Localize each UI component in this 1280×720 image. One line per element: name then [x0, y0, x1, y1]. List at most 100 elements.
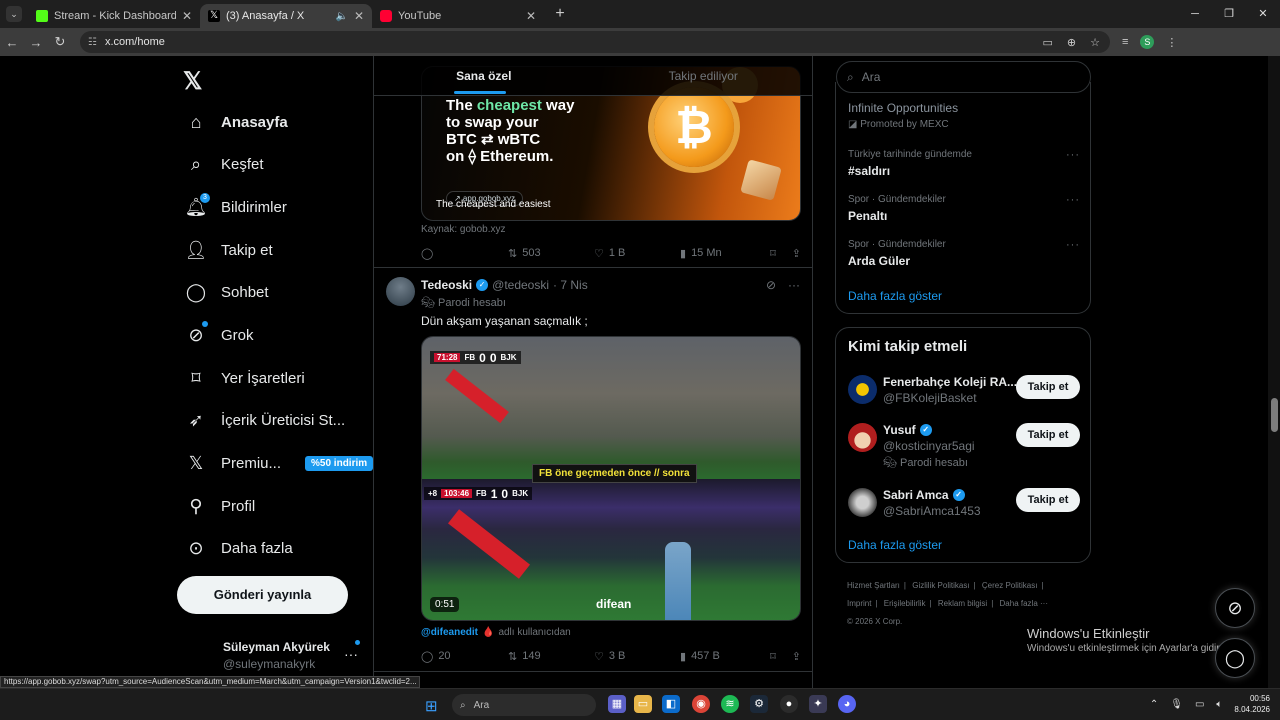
credit-user[interactable]: @difeanedit [421, 627, 478, 638]
follow-button[interactable]: Takip et [1016, 488, 1080, 512]
follow-suggestion[interactable]: Sabri Amca ✓ @SabriAmca1453 Takip et [848, 488, 1080, 528]
bookmark-icon[interactable]: ⌑ [770, 650, 776, 663]
browser-tab-kick[interactable]: Stream - Kick Dashboard ✕ [28, 4, 200, 28]
menu-icon[interactable]: ⋮ [1166, 36, 1177, 49]
cast-icon[interactable]: ▭ [1043, 36, 1053, 49]
more-icon[interactable]: ··· [1066, 149, 1080, 161]
windows-start-icon[interactable]: ⊞ [425, 697, 438, 715]
trend-item[interactable]: Türkiye tarihinde gündemde #saldırı ··· [848, 149, 1080, 178]
follow-suggestion[interactable]: Fenerbahçe Koleji RA... @FBKolejiBasket … [848, 375, 1080, 415]
messages-fab-button[interactable]: ◯ [1215, 638, 1255, 678]
repost-button[interactable]: ⇅ 503 [508, 247, 594, 260]
reply-button[interactable]: ◯ [421, 247, 508, 260]
site-info-icon[interactable]: ☷ [88, 37, 97, 48]
sidebar-item-explore[interactable]: ⌕ Keşfet [185, 149, 264, 179]
tab-following[interactable]: Takip ediliyor [594, 56, 813, 95]
tab-search-button[interactable]: ⌄ [6, 6, 22, 22]
speaker-icon[interactable]: 🔈 [335, 11, 347, 22]
star-icon[interactable]: ☆ [1090, 36, 1100, 49]
app-icon[interactable]: ● [780, 695, 798, 713]
browser-tab-youtube[interactable]: YouTube ✕ [372, 4, 544, 28]
like-button[interactable]: ♡ 3 B [594, 650, 680, 663]
clock[interactable]: 00:56 8.04.2026 [1234, 693, 1270, 715]
sidebar-item-bookmarks[interactable]: ⌑ Yer İşaretleri [185, 363, 304, 393]
close-window-button[interactable]: ✕ [1246, 0, 1280, 28]
footer-link[interactable]: Gizlilik Politikası [912, 581, 969, 590]
chrome-icon[interactable]: ◉ [692, 695, 710, 713]
footer-link[interactable]: Daha fazla ··· [1000, 599, 1048, 608]
footer-link[interactable]: Reklam bilgisi [938, 599, 987, 608]
scrollbar-thumb[interactable] [1271, 398, 1278, 432]
share-icon[interactable]: ⇪ [792, 247, 801, 260]
chevron-up-icon[interactable]: ⌃ [1150, 699, 1158, 710]
spotify-icon[interactable]: ≋ [721, 695, 739, 713]
sidebar-item-home[interactable]: ⌂ Anasayfa [185, 107, 288, 137]
trend-item[interactable]: Spor · Gündemdekiler Penaltı ··· [848, 194, 1080, 223]
zoom-icon[interactable]: ⊕ [1067, 36, 1076, 49]
page-scrollbar[interactable] [1268, 56, 1280, 688]
discord-icon[interactable]: ◕ [838, 695, 856, 713]
taskbar-search[interactable]: ⌕ Ara [452, 694, 596, 716]
follow-button[interactable]: Takip et [1016, 375, 1080, 399]
post-button[interactable]: Gönderi yayınla [177, 576, 348, 614]
browser-tab-x[interactable]: 𝕏 (3) Anasayfa / X 🔈 ✕ [200, 4, 372, 28]
tweet-author-name[interactable]: Tedeoski [421, 278, 472, 292]
back-icon[interactable]: ← [0, 35, 24, 50]
sidebar-item-chat[interactable]: ◯ Sohbet [185, 277, 269, 307]
account-switcher[interactable]: Süleyman Akyürek @suleymanakyrk ··· [185, 638, 360, 674]
file-explorer-icon[interactable]: ▭ [634, 695, 652, 713]
footer-link[interactable]: Hizmet Şartları [847, 581, 900, 590]
close-icon[interactable]: ✕ [526, 9, 536, 23]
sidebar-item-notifications[interactable]: 🔔︎ 3 Bildirimler [185, 192, 287, 222]
share-icon[interactable]: ⇪ [792, 650, 801, 663]
trend-item-promoted[interactable]: Infinite Opportunities ◪ Promoted by MEX… [848, 101, 1080, 130]
footer-link[interactable]: Erişilebilirlik [884, 599, 926, 608]
repost-button[interactable]: ⇅ 149 [508, 650, 594, 663]
x-logo-icon[interactable]: 𝕏 [183, 67, 202, 96]
sidebar-item-premium[interactable]: 𝕏 Premiu... %50 indirim [185, 448, 374, 478]
more-icon[interactable]: ··· [788, 278, 800, 292]
more-icon[interactable]: ··· [1066, 239, 1080, 251]
minimize-button[interactable]: ─ [1178, 0, 1212, 28]
reading-list-icon[interactable]: ≡ [1122, 36, 1128, 48]
ad-source[interactable]: Kaynak: gobob.xyz [421, 224, 506, 235]
tweet-time[interactable]: · 7 Nis [553, 278, 588, 292]
microphone-icon[interactable]: 🎙︎ [1170, 699, 1183, 710]
steam-icon[interactable]: ⚙ [750, 695, 768, 713]
follow-suggestion[interactable]: Yusuf ✓ @kosticinyar5agi 🎭︎ Parodi hesabı… [848, 423, 1080, 469]
network-icon[interactable]: ▭ [1195, 699, 1204, 710]
close-icon[interactable]: ✕ [354, 9, 364, 23]
profile-avatar[interactable]: S [1140, 35, 1155, 49]
volume-icon[interactable]: 🔈︎ [1216, 699, 1222, 710]
show-more-link[interactable]: Daha fazla göster [848, 538, 942, 552]
sidebar-item-more[interactable]: ⊙ Daha fazla [185, 533, 292, 563]
search-input[interactable]: ⌕ Ara [836, 61, 1091, 93]
bookmark-icon[interactable]: ⌑ [770, 247, 776, 260]
footer-link[interactable]: Çerez Politikası [982, 581, 1038, 590]
sidebar-item-profile[interactable]: ⚲ Profil [185, 491, 255, 521]
forward-icon[interactable]: → [24, 35, 48, 50]
views-button[interactable]: ▮ 15 Mn [680, 247, 770, 260]
avatar[interactable] [386, 277, 415, 306]
app-icon[interactable]: ✦ [809, 695, 827, 713]
tweet-handle[interactable]: @tedeoski [492, 278, 549, 292]
like-button[interactable]: ♡ 1 B [594, 247, 680, 260]
restore-button[interactable]: ❐ [1212, 0, 1246, 28]
more-icon[interactable]: ··· [1066, 194, 1080, 206]
views-button[interactable]: ▮ 457 B [680, 650, 770, 663]
grok-icon[interactable]: ⊘ [766, 278, 776, 292]
sidebar-item-grok[interactable]: ⊘ Grok [185, 320, 254, 350]
sidebar-item-creator-studio[interactable]: ➶ İçerik Üreticisi St... [185, 405, 345, 435]
sidebar-item-follow[interactable]: 👤︎ Takip et [185, 235, 273, 265]
footer-link[interactable]: Imprint [847, 599, 871, 608]
tab-for-you[interactable]: Sana özel [374, 56, 594, 95]
follow-button[interactable]: Takip et [1016, 423, 1080, 447]
reply-button[interactable]: ◯ 20 [421, 650, 508, 663]
new-tab-button[interactable]: + [550, 5, 570, 23]
trend-item[interactable]: Spor · Gündemdekiler Arda Güler ··· [848, 239, 1080, 268]
show-more-link[interactable]: Daha fazla göster [848, 289, 942, 303]
store-icon[interactable]: ◧ [662, 695, 680, 713]
more-icon[interactable]: ··· [344, 646, 358, 662]
close-icon[interactable]: ✕ [182, 9, 192, 23]
tweet-video[interactable]: 71:28 FB 0 0 BJK FB öne geçmeden önce //… [421, 336, 801, 621]
